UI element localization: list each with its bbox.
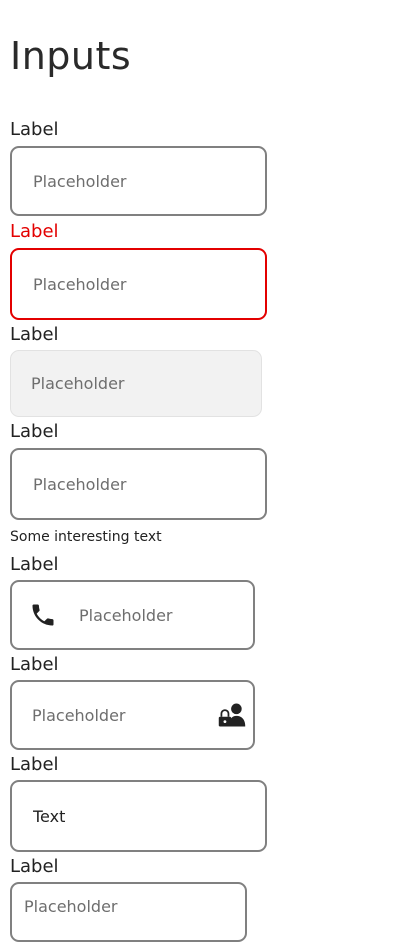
input-label: Label [10,754,59,775]
text-field-compact[interactable] [10,882,247,942]
text-field-disabled [10,350,262,417]
user-lock-icon [217,700,247,730]
text-input[interactable] [12,582,253,648]
input-label: Label [10,554,59,575]
text-field[interactable] [10,448,267,520]
input-label: Label [10,654,59,675]
text-input-disabled [11,351,261,416]
text-field-with-icon[interactable] [10,580,255,650]
input-label-disabled: Label [10,324,59,345]
text-input-compact[interactable] [12,884,245,940]
text-input-error[interactable] [12,250,265,318]
input-label-error: Label [10,221,59,242]
text-input[interactable] [12,450,265,518]
input-label: Label [10,421,59,442]
text-field-with-icon[interactable] [10,680,255,750]
text-input[interactable] [12,148,265,214]
input-label: Label [10,119,59,140]
helper-text: Some interesting text [10,529,162,545]
text-field[interactable] [10,146,267,216]
text-input-filled[interactable] [12,782,265,850]
page-title: Inputs [10,34,132,78]
text-field-filled[interactable] [10,780,267,852]
text-field-error[interactable] [10,248,267,320]
input-label: Label [10,856,59,877]
